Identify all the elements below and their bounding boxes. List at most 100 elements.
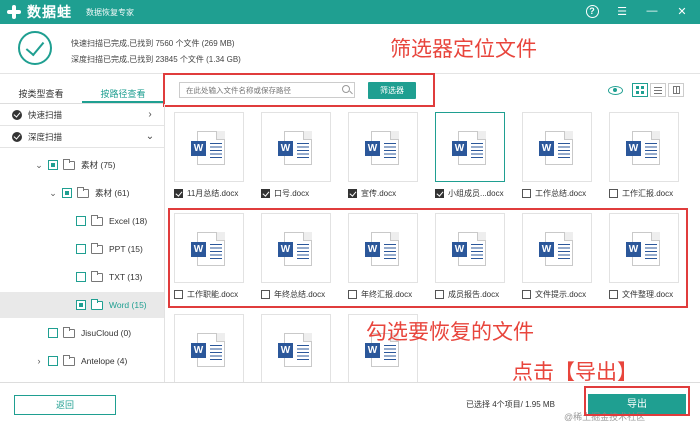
word-doc-icon: W bbox=[452, 131, 486, 165]
file-checkbox[interactable] bbox=[261, 189, 270, 198]
file-item[interactable]: W 口号.docx bbox=[261, 112, 335, 199]
plus-logo-icon bbox=[6, 4, 22, 20]
check-circle-icon bbox=[12, 131, 22, 142]
list-view-button[interactable] bbox=[650, 83, 666, 97]
filter-annotation: 筛选器定位文件 bbox=[390, 37, 537, 61]
tree-checkbox[interactable] bbox=[76, 300, 86, 310]
tree-node-label: Word (15) bbox=[109, 300, 147, 310]
file-checkbox[interactable] bbox=[522, 189, 531, 198]
tab-by-type[interactable]: 按类型查看 bbox=[0, 84, 82, 103]
file-thumbnail[interactable]: W bbox=[174, 314, 244, 382]
file-checkbox[interactable] bbox=[348, 189, 357, 198]
menu-button[interactable]: ☰ bbox=[614, 3, 630, 19]
folder-icon bbox=[77, 186, 89, 198]
file-item[interactable]: W 工作总结.docx bbox=[522, 112, 596, 199]
file-checkbox[interactable] bbox=[174, 189, 183, 198]
selection-highlight-frame bbox=[168, 208, 688, 308]
file-thumbnail[interactable]: W bbox=[348, 112, 418, 182]
search-field[interactable] bbox=[179, 82, 355, 98]
search-input[interactable] bbox=[186, 83, 336, 97]
detail-icon bbox=[672, 86, 680, 94]
expand-caret-icon[interactable]: ⌄ bbox=[34, 160, 44, 171]
file-thumbnail[interactable]: W bbox=[522, 112, 592, 182]
preview-toggle[interactable] bbox=[606, 83, 624, 97]
folder-icon bbox=[91, 298, 103, 310]
word-doc-icon: W bbox=[626, 131, 660, 165]
file-item[interactable]: W 宣传.docx bbox=[348, 112, 422, 199]
title-bar: 数据蛙 数据恢复专家 ? ☰ — ✕ bbox=[0, 0, 700, 24]
word-doc-icon: W bbox=[278, 131, 312, 165]
selection-info: 已选择 4个项目/ 1.95 MB bbox=[466, 400, 555, 409]
tree-checkbox[interactable] bbox=[48, 356, 58, 366]
file-thumbnail[interactable]: W bbox=[435, 112, 505, 182]
app-name: 数据蛙 bbox=[27, 4, 72, 20]
help-button[interactable]: ? bbox=[584, 3, 600, 19]
tree-node-antelope[interactable]: › Antelope (4) bbox=[0, 350, 164, 372]
scan-complete-icon bbox=[18, 31, 52, 65]
tree-node-word[interactable]: Word (15) bbox=[0, 292, 164, 318]
grid-icon bbox=[636, 86, 644, 94]
tree-checkbox[interactable] bbox=[76, 272, 86, 282]
tree-checkbox[interactable] bbox=[48, 160, 58, 170]
sidebar-tree: 快速扫描 › 深度扫描 ⌄ ⌄ 素材 (75) ⌄ 素材 (61) Excel … bbox=[0, 104, 165, 382]
file-thumbnail[interactable]: W bbox=[609, 112, 679, 182]
deep-scan-result: 深度扫描已完成,已找到 23845 个文件 (1.34 GB) bbox=[71, 55, 241, 64]
file-checkbox[interactable] bbox=[609, 189, 618, 198]
file-item[interactable]: W bbox=[261, 314, 335, 382]
filter-button[interactable]: 筛选器 bbox=[368, 82, 416, 99]
tree-node-label: TXT (13) bbox=[109, 272, 143, 282]
back-button[interactable]: 返回 bbox=[14, 395, 116, 415]
tree-checkbox[interactable] bbox=[48, 328, 58, 338]
tree-node-ppt[interactable]: PPT (15) bbox=[0, 238, 164, 260]
help-icon: ? bbox=[585, 4, 599, 18]
word-doc-icon: W bbox=[191, 131, 225, 165]
list-icon bbox=[654, 86, 662, 94]
minimize-button[interactable]: — bbox=[644, 3, 660, 19]
tree-node-excel[interactable]: Excel (18) bbox=[0, 210, 164, 232]
close-icon: ✕ bbox=[677, 5, 687, 18]
tree-checkbox[interactable] bbox=[62, 188, 72, 198]
tree-node-txt[interactable]: TXT (13) bbox=[0, 266, 164, 288]
tree-node-label: JisuCloud (0) bbox=[81, 328, 132, 338]
file-item[interactable]: W 工作汇报.docx bbox=[609, 112, 683, 199]
file-thumbnail[interactable]: W bbox=[261, 112, 331, 182]
file-item[interactable]: W bbox=[174, 314, 248, 382]
tree-node-label: 素材 (61) bbox=[95, 188, 130, 198]
file-checkbox[interactable] bbox=[435, 189, 444, 198]
grid-view-button[interactable] bbox=[632, 83, 648, 97]
sidebar-item-quick-scan[interactable]: 快速扫描 › bbox=[0, 104, 164, 126]
scan-summary: 快速扫描已完成,已找到 7560 个文件 (269 MB) 深度扫描已完成,已找… bbox=[0, 24, 700, 74]
tree-checkbox[interactable] bbox=[76, 244, 86, 254]
folder-icon bbox=[91, 214, 103, 226]
chevron-down-icon[interactable]: ⌄ bbox=[144, 131, 156, 143]
word-doc-icon: W bbox=[278, 333, 312, 367]
tree-node-sucai-75[interactable]: ⌄ 素材 (75) bbox=[0, 154, 164, 176]
word-doc-icon: W bbox=[191, 333, 225, 367]
folder-icon bbox=[91, 270, 103, 282]
tree-node-sucai-61[interactable]: ⌄ 素材 (61) bbox=[0, 182, 164, 204]
tab-by-path[interactable]: 按路径查看 bbox=[82, 84, 164, 103]
sidebar-item-deep-scan[interactable]: 深度扫描 ⌄ bbox=[0, 126, 164, 148]
folder-icon bbox=[63, 326, 75, 338]
file-name: 小组成员...docx bbox=[448, 189, 504, 198]
select-annotation: 勾选要恢复的文件 bbox=[366, 320, 534, 344]
eye-icon bbox=[607, 85, 623, 95]
detail-view-button[interactable] bbox=[668, 83, 684, 97]
tree-node-jisucloud[interactable]: JisuCloud (0) bbox=[0, 322, 164, 344]
file-name: 宣传.docx bbox=[361, 189, 397, 198]
expand-caret-icon[interactable]: › bbox=[34, 356, 44, 366]
expand-caret-icon[interactable]: ⌄ bbox=[48, 188, 58, 199]
file-thumbnail[interactable]: W bbox=[261, 314, 331, 382]
file-thumbnail[interactable]: W bbox=[174, 112, 244, 182]
search-icon[interactable] bbox=[342, 85, 350, 93]
close-button[interactable]: ✕ bbox=[674, 3, 690, 19]
folder-icon bbox=[63, 158, 75, 170]
folder-icon bbox=[63, 354, 75, 366]
file-item[interactable]: W 11月总结.docx bbox=[174, 112, 248, 199]
file-item[interactable]: W 小组成员...docx bbox=[435, 112, 509, 199]
tree-checkbox[interactable] bbox=[76, 216, 86, 226]
view-tabs: 按类型查看 按路径查看 bbox=[0, 84, 164, 104]
app-subtitle: 数据恢复专家 bbox=[86, 7, 134, 17]
chevron-right-icon[interactable]: › bbox=[144, 109, 156, 121]
tree-node-label: 素材 (75) bbox=[81, 160, 116, 170]
